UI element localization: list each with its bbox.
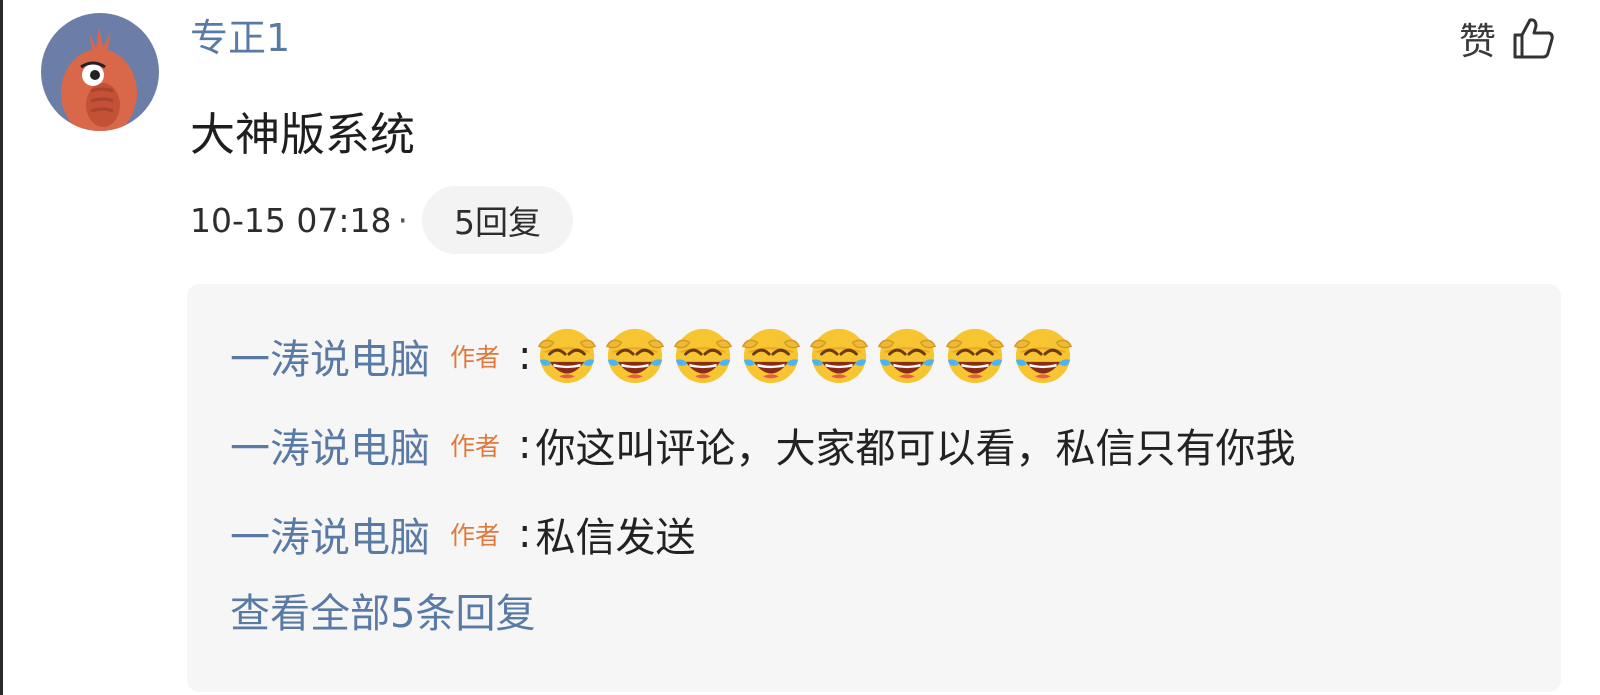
reply-colon: : (518, 333, 532, 379)
window-edge (0, 0, 3, 695)
comment-username[interactable]: 专正1 (190, 14, 290, 62)
replies-panel: 一涛说电脑 作者 : 一涛说电脑 作者 : 你这叫评论，大家都可以看，私信只有你… (187, 284, 1561, 692)
reply-author[interactable]: 一涛说电脑 (230, 416, 430, 474)
reply-author[interactable]: 一涛说电脑 (230, 505, 430, 563)
reply-count-button[interactable]: 5回复 (421, 186, 573, 254)
view-all-replies-link[interactable]: 查看全部5条回复 (230, 586, 535, 642)
author-badge: 作者 (450, 432, 501, 461)
comment-timestamp: 10-15 07:18 (190, 200, 392, 240)
reply-item[interactable]: 一涛说电脑 作者 : (230, 326, 1080, 386)
reply-text: 私信发送 (535, 515, 696, 561)
laughing-crying-emoji-icon (537, 328, 596, 384)
laughing-crying-emoji-icon (945, 328, 1004, 384)
reply-colon: : (518, 422, 532, 468)
author-badge: 作者 (450, 343, 501, 372)
reply-text: 你这叫评论，大家都可以看，私信只有你我 (535, 426, 1296, 472)
laughing-crying-emoji-icon (673, 328, 732, 384)
reply-item[interactable]: 一涛说电脑 作者 : 你这叫评论，大家都可以看，私信只有你我 (230, 415, 1296, 475)
emoji-row (536, 325, 1080, 387)
author-badge: 作者 (450, 521, 501, 550)
user-avatar[interactable] (41, 13, 159, 131)
reply-colon: : (518, 511, 532, 557)
like-button[interactable]: 赞 (1459, 12, 1556, 64)
comment-meta: 10-15 07:18 · 5回复 (190, 186, 573, 254)
meta-separator: · (397, 200, 408, 240)
reply-author[interactable]: 一涛说电脑 (230, 327, 430, 385)
laughing-crying-emoji-icon (877, 328, 936, 384)
comment-body: 大神版系统 (190, 108, 416, 161)
avatar-cartoon-creature-icon (61, 27, 137, 131)
reply-item[interactable]: 一涛说电脑 作者 : 私信发送 (230, 504, 696, 564)
laughing-crying-emoji-icon (741, 328, 800, 384)
thumbs-up-icon (1513, 18, 1554, 59)
like-label: 赞 (1459, 20, 1496, 63)
laughing-crying-emoji-icon (1013, 328, 1072, 384)
laughing-crying-emoji-icon (605, 328, 664, 384)
laughing-crying-emoji-icon (809, 328, 868, 384)
